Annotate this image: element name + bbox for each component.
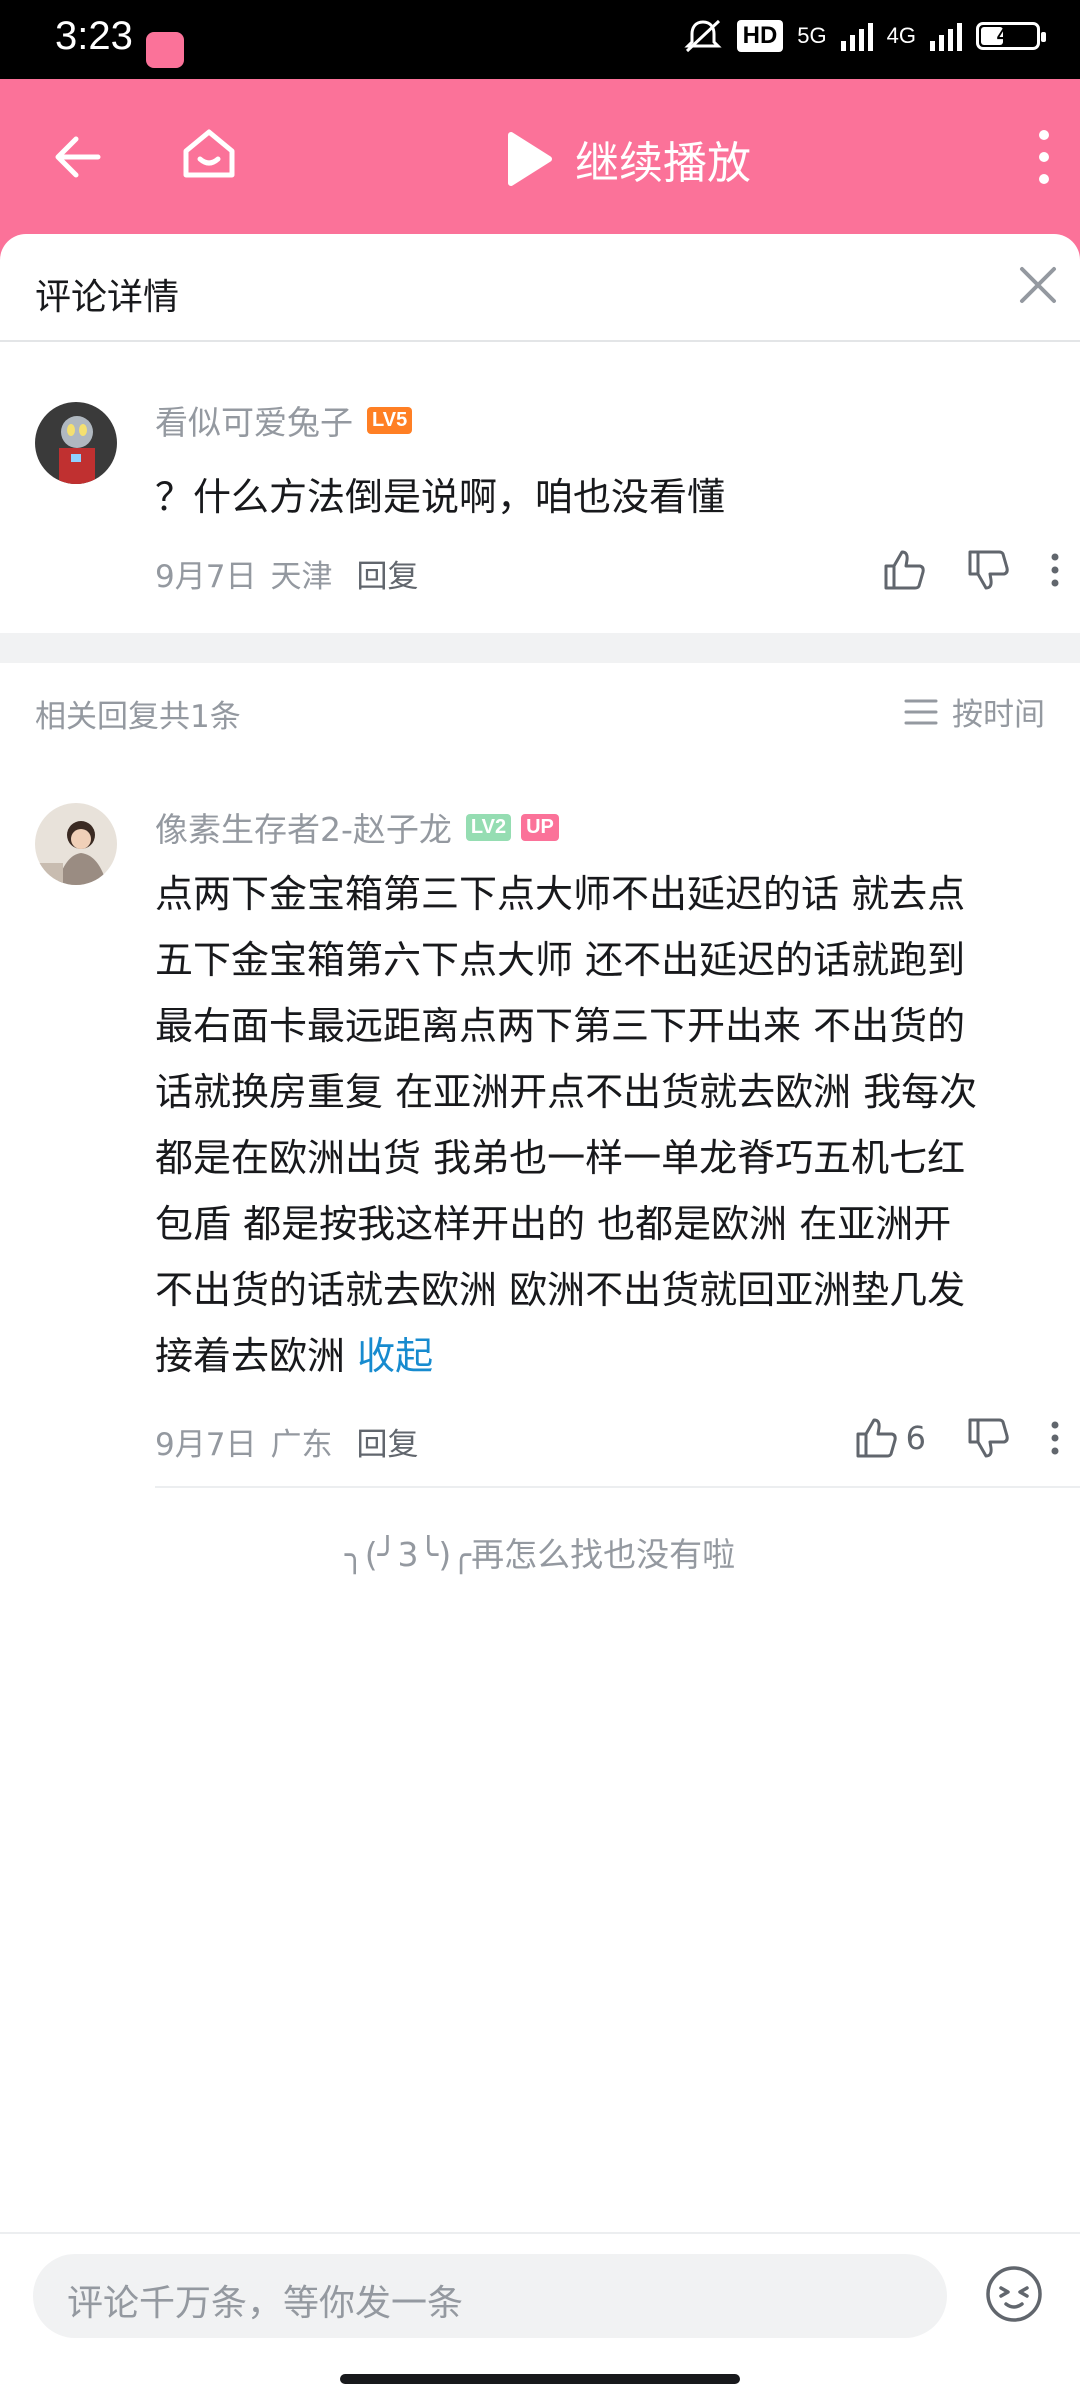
comment-line: 点两下金宝箱第三下点大师不出延迟的话 就去点: [155, 872, 966, 916]
username: 看似可爱兔子: [155, 403, 353, 442]
related-replies-bar: 相关回复共1条 按时间: [0, 663, 1080, 751]
comment-input-placeholder: 评论千万条，等你发一条: [67, 2283, 464, 2324]
reply-button[interactable]: 回复: [356, 1419, 418, 1464]
comment-input[interactable]: 评论千万条，等你发一条: [33, 2254, 947, 2338]
comment-line: 话就换房重复 在亚洲开点不出货就去欧洲 我每次: [155, 1070, 978, 1114]
avatar[interactable]: [35, 803, 117, 885]
comment-location: 天津: [270, 559, 333, 595]
username: 像素生存者2-赵子龙: [155, 810, 452, 849]
comment-text: 点两下金宝箱第三下点大师不出延迟的话 就去点 五下金宝箱第六下点大师 还不出延迟…: [155, 861, 977, 1389]
comment-actions: [882, 548, 1060, 592]
page-title: 评论详情: [35, 277, 180, 318]
comment-meta: 9月7日 天津 回复: [155, 551, 418, 596]
comment-location: 广东: [270, 1427, 333, 1463]
avatar[interactable]: [35, 402, 117, 484]
more-vertical-icon[interactable]: [1034, 129, 1054, 185]
network-5g-label: 5G: [797, 23, 827, 48]
continue-play-button[interactable]: 继续播放: [505, 127, 751, 191]
comment-line: 五下金宝箱第六下点大师 还不出延迟的话就跑到: [155, 938, 966, 982]
sort-label: 按时间: [952, 697, 1045, 733]
battery-icon: 41: [976, 22, 1046, 50]
home-icon[interactable]: [180, 125, 238, 183]
comment-line-last: 接着去欧洲: [155, 1334, 346, 1378]
comment-actions: 6: [854, 1416, 1060, 1460]
collapse-link[interactable]: 收起: [357, 1334, 433, 1378]
comment-line: 接着去欧洲 收起: [155, 1323, 977, 1389]
level-badge: LV2: [465, 813, 512, 841]
status-time: 3:23: [55, 14, 133, 58]
close-icon[interactable]: [1018, 265, 1058, 305]
home-indicator[interactable]: [340, 2374, 740, 2384]
comment-date: 9月7日: [155, 559, 257, 595]
related-count: 相关回复共1条: [35, 699, 241, 735]
continue-play-label: 继续播放: [575, 138, 751, 189]
reply-separator: [155, 1486, 1080, 1488]
section-divider: [0, 633, 1080, 663]
thumbs-up-icon: [856, 1418, 897, 1458]
comment-line: 不出货的话就去欧洲 欧洲不出货就回亚洲垫几发: [155, 1268, 966, 1312]
comment-author[interactable]: 像素生存者2-赵子龙 LV2 UP: [155, 803, 559, 851]
status-bar: 3:23 HD 5G 4G 41: [0, 0, 1080, 79]
comment-more-icon[interactable]: [1050, 552, 1060, 588]
bilibili-app-icon: [146, 32, 184, 68]
level-badge: LV5: [367, 406, 413, 434]
thumbs-down-icon[interactable]: [966, 548, 1010, 592]
sort-by-time-button[interactable]: 按时间: [904, 689, 1045, 734]
status-icons: HD 5G 4G 41: [683, 18, 1046, 54]
signal-icon: [840, 21, 873, 51]
comment-input-bar: 评论千万条，等你发一条: [0, 2232, 1080, 2402]
reply-comment: 像素生存者2-赵子龙 LV2 UP 点两下金宝箱第三下点大师不出延迟的话 就去点…: [0, 751, 1080, 1491]
comment-more-icon[interactable]: [1050, 1420, 1060, 1456]
play-icon: [508, 132, 552, 186]
thumbs-up-icon[interactable]: [882, 548, 926, 592]
hd-badge: HD: [736, 20, 784, 52]
comment-text: ？什么方法倒是说啊，咱也没看懂: [155, 475, 726, 519]
battery-level: 41: [996, 24, 1020, 47]
reply-button[interactable]: 回复: [356, 551, 418, 596]
comment-line: 最右面卡最远距离点两下第三下开出来 不出货的: [155, 1004, 966, 1048]
emoji-icon[interactable]: [984, 2264, 1044, 2324]
network-4g-label: 4G: [886, 23, 916, 48]
root-comment: 看似可爱兔子 LV5 ？什么方法倒是说啊，咱也没看懂 9月7日 天津 回复: [0, 340, 1080, 633]
like-count: 6: [905, 1419, 926, 1457]
list-sort-icon: [904, 699, 938, 724]
comment-line: 包盾 都是按我这样开出的 也都是欧洲 在亚洲开: [155, 1202, 952, 1246]
no-more-text: ╮(╯3╰)╭再怎么找也没有啦: [344, 1535, 736, 1574]
up-badge: UP: [521, 813, 559, 841]
like-button[interactable]: 6: [854, 1416, 926, 1460]
comment-date: 9月7日: [155, 1427, 257, 1463]
comment-line: 都是在欧洲出货 我弟也一样一单龙脊巧五机七红: [155, 1136, 966, 1180]
comment-author[interactable]: 看似可爱兔子 LV5: [155, 396, 413, 444]
video-top-bar: 继续播放: [0, 79, 1080, 234]
signal-icon-2: [930, 21, 962, 51]
comment-meta: 9月7日 广东 回复: [155, 1419, 418, 1464]
comment-detail-header: 评论详情: [0, 234, 1080, 342]
mute-icon: [683, 19, 722, 53]
thumbs-down-icon[interactable]: [966, 1416, 1010, 1460]
back-arrow-icon[interactable]: [52, 131, 104, 183]
